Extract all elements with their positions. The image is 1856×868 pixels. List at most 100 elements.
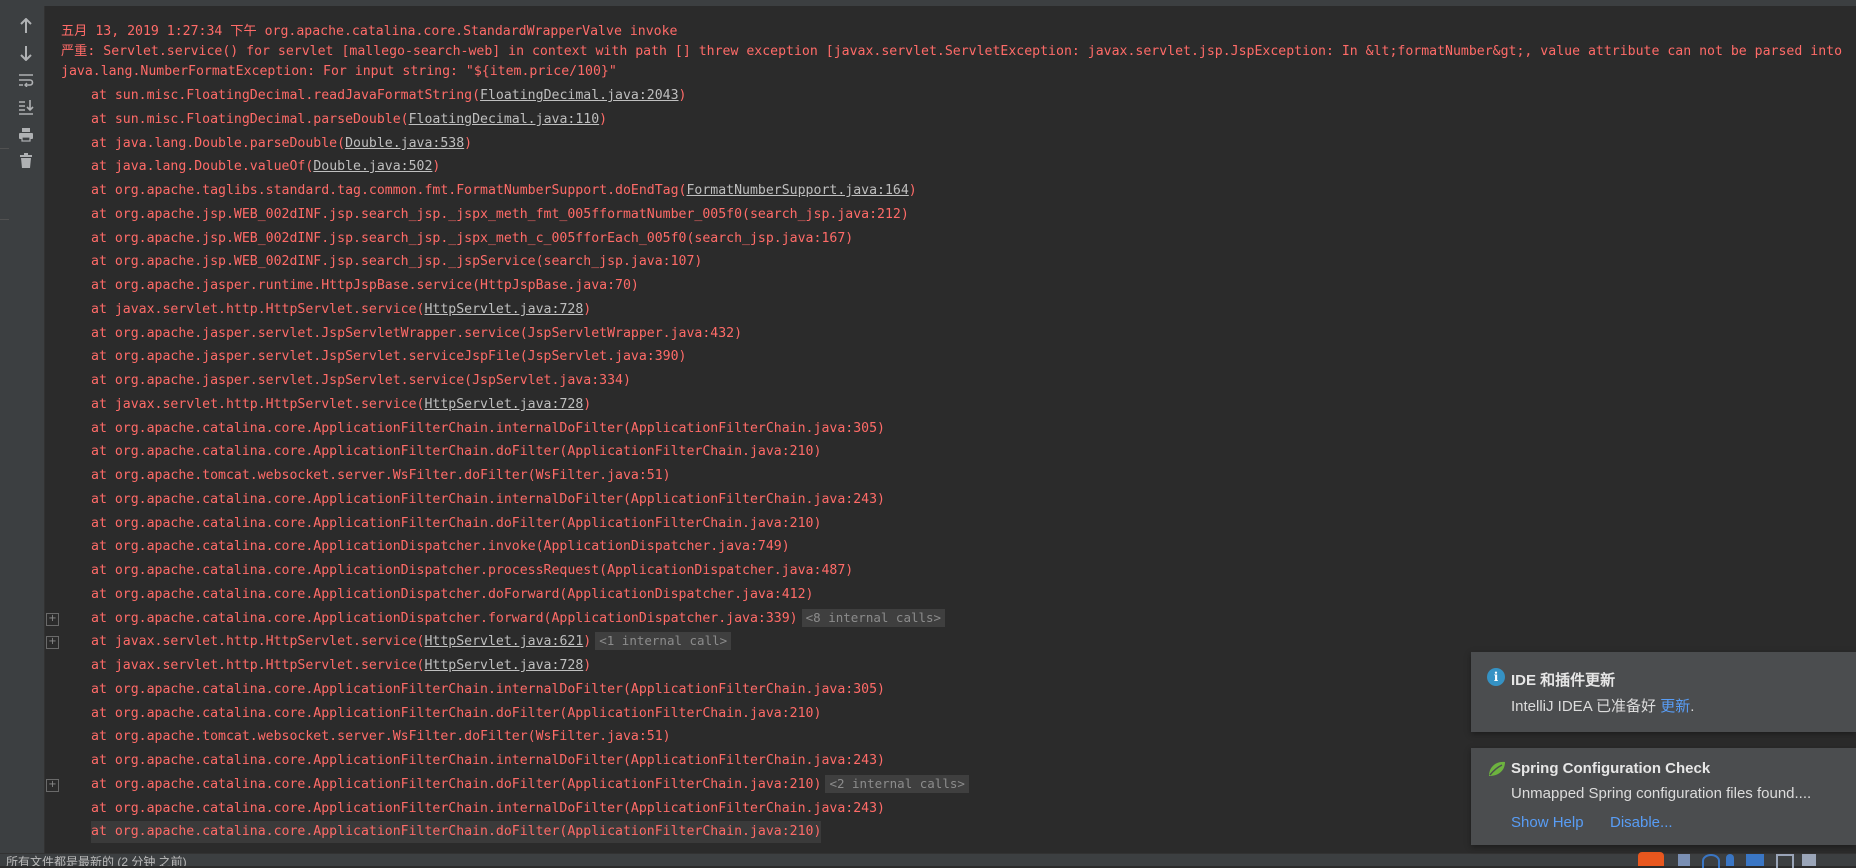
stack-frame-line: at sun.misc.FloatingDecimal.readJavaForm… — [91, 85, 687, 107]
print-icon — [19, 127, 33, 142]
stack-frame-text: at org.apache.catalina.core.ApplicationD… — [91, 611, 798, 626]
source-link[interactable]: Double.java:538 — [345, 136, 464, 151]
stack-frame-line: at org.apache.catalina.core.ApplicationF… — [91, 798, 885, 820]
microphone-icon[interactable] — [1726, 854, 1734, 866]
stack-frame-line: at javax.servlet.http.HttpServlet.servic… — [91, 299, 591, 321]
stack-frame-line: at org.apache.tomcat.websocket.server.Ws… — [91, 465, 671, 487]
scroll-to-end-icon — [19, 100, 34, 115]
disable-link[interactable]: Disable... — [1610, 814, 1673, 831]
stack-frame-line: at org.apache.jsp.WEB_002dINF.jsp.search… — [91, 204, 909, 226]
tray-icon[interactable] — [1678, 854, 1690, 866]
source-link[interactable]: HttpServlet.java:728 — [424, 397, 583, 412]
clear-all-button[interactable] — [15, 150, 37, 172]
stack-frame-suffix: ) — [432, 159, 441, 174]
expand-fold-icon[interactable]: + — [46, 636, 59, 649]
expand-fold-icon[interactable]: + — [46, 613, 59, 626]
stack-frame-text: at java.lang.Double.valueOf( — [91, 159, 314, 174]
left-tool-strip — [0, 6, 9, 865]
stack-frame-suffix: ) — [908, 183, 917, 198]
trash-icon — [20, 153, 32, 168]
notification-message: IntelliJ IDEA 已准备好 更新. — [1511, 695, 1694, 716]
system-tray — [1638, 851, 1856, 868]
stack-frame-line: at org.apache.catalina.core.ApplicationD… — [91, 560, 853, 582]
stack-frame-text: at org.apache.taglibs.standard.tag.commo… — [91, 183, 687, 198]
stack-frame-line: at sun.misc.FloatingDecimal.parseDouble(… — [91, 109, 607, 131]
notification-title: Spring Configuration Check — [1511, 760, 1711, 777]
source-link[interactable]: HttpServlet.java:621 — [424, 634, 583, 649]
stack-frame-line: at org.apache.jsp.WEB_002dINF.jsp.search… — [91, 228, 853, 250]
stack-frame-text: at sun.misc.FloatingDecimal.parseDouble( — [91, 112, 409, 127]
stack-frame-text: at org.apache.catalina.core.ApplicationF… — [91, 492, 885, 507]
source-link[interactable]: HttpServlet.java:728 — [424, 302, 583, 317]
stack-frame-line: at org.apache.catalina.core.ApplicationF… — [91, 679, 885, 701]
down-arrow-icon — [20, 46, 32, 61]
up-arrow-icon — [20, 18, 32, 33]
stack-frame-line: at org.apache.tomcat.websocket.server.Ws… — [91, 726, 671, 748]
fold-gutter — [45, 6, 61, 853]
stack-frame-text: at org.apache.catalina.core.ApplicationD… — [91, 563, 854, 578]
stack-frame-suffix: ) — [583, 634, 592, 649]
down-arrow-button[interactable] — [15, 42, 37, 64]
spring-config-notification[interactable]: Spring Configuration Check Unmapped Spri… — [1471, 748, 1856, 845]
stack-frame-line: at org.apache.catalina.core.ApplicationD… — [91, 536, 790, 558]
source-link[interactable]: Double.java:502 — [313, 159, 432, 174]
stack-frame-text: at org.apache.catalina.core.ApplicationF… — [91, 444, 822, 459]
stack-frame-text: at org.apache.catalina.core.ApplicationD… — [91, 539, 790, 554]
status-text: 所有文件都是最新的 (2 分钟 之前) — [6, 855, 187, 866]
stack-frame-line: at javax.servlet.http.HttpServlet.servic… — [91, 631, 732, 653]
stack-frame-line: at org.apache.jasper.servlet.JspServlet.… — [91, 370, 631, 392]
stack-frame-line: at java.lang.Double.parseDouble(Double.j… — [91, 133, 472, 155]
input-method-icon[interactable] — [1638, 852, 1664, 866]
stack-frame-text: at javax.servlet.http.HttpServlet.servic… — [91, 397, 425, 412]
soft-wrap-icon — [19, 74, 34, 87]
update-link[interactable]: 更新 — [1660, 698, 1690, 715]
stack-frame-line: at org.apache.jasper.servlet.JspServletW… — [91, 323, 742, 345]
stack-frame-text: at org.apache.catalina.core.ApplicationF… — [91, 801, 885, 816]
expand-fold-icon[interactable]: + — [46, 779, 59, 792]
stack-frame-text: at org.apache.catalina.core.ApplicationF… — [91, 682, 885, 697]
stack-frame-text: at org.apache.tomcat.websocket.server.Ws… — [91, 468, 671, 483]
stack-frame-text: at org.apache.jasper.runtime.HttpJspBase… — [91, 278, 639, 293]
stack-frame-line: at org.apache.catalina.core.ApplicationF… — [91, 489, 885, 511]
stack-frame-line: at org.apache.taglibs.standard.tag.commo… — [91, 180, 917, 202]
stack-frame-text: at org.apache.catalina.core.ApplicationF… — [91, 777, 822, 792]
soft-wrap-button[interactable] — [15, 69, 37, 91]
notification-trailing: . — [1690, 698, 1695, 715]
source-link[interactable]: HttpServlet.java:728 — [424, 658, 583, 673]
stack-frame-line: at org.apache.catalina.core.ApplicationD… — [91, 584, 814, 606]
tray-icon[interactable] — [1702, 854, 1720, 868]
stack-frame-line: at org.apache.catalina.core.ApplicationF… — [91, 703, 821, 725]
source-link[interactable]: FloatingDecimal.java:110 — [409, 112, 600, 127]
stack-frame-text: at org.apache.catalina.core.ApplicationF… — [91, 421, 885, 436]
stack-frame-line: at org.apache.catalina.core.ApplicationF… — [91, 774, 969, 796]
stack-frame-line: at java.lang.Double.valueOf(Double.java:… — [91, 156, 440, 178]
status-bar: 所有文件都是最新的 (2 分钟 之前) — [0, 853, 1856, 866]
stack-frame-line: at org.apache.catalina.core.ApplicationF… — [91, 441, 821, 463]
stack-frame-text: at org.apache.catalina.core.ApplicationF… — [91, 753, 885, 768]
source-link[interactable]: FormatNumberSupport.java:164 — [686, 183, 908, 198]
stack-frame-text: at org.apache.jsp.WEB_002dINF.jsp.search… — [91, 231, 854, 246]
scroll-to-end-button[interactable] — [15, 96, 37, 118]
stack-frame-text: at org.apache.jasper.servlet.JspServletW… — [91, 326, 743, 341]
up-arrow-button[interactable] — [15, 15, 37, 37]
internal-calls-fold[interactable]: <1 internal call> — [595, 632, 732, 650]
stack-frame-text: at org.apache.catalina.core.ApplicationD… — [91, 587, 814, 602]
stack-frame-text: at sun.misc.FloatingDecimal.readJavaForm… — [91, 88, 481, 103]
stack-frame-line: at org.apache.catalina.core.ApplicationF… — [91, 513, 821, 535]
keyboard-icon[interactable] — [1746, 854, 1764, 866]
show-help-link[interactable]: Show Help — [1511, 814, 1584, 831]
tray-icon[interactable] — [1776, 854, 1794, 868]
tray-icon[interactable] — [1802, 854, 1816, 866]
print-button[interactable] — [15, 123, 37, 145]
stack-frame-text: at javax.servlet.http.HttpServlet.servic… — [91, 302, 425, 317]
log-severe-line: 严重: Servlet.service() for servlet [malle… — [61, 44, 1843, 59]
stack-frame-text: at org.apache.jasper.servlet.JspServlet.… — [91, 373, 631, 388]
internal-calls-fold[interactable]: <2 internal calls> — [825, 775, 969, 793]
stack-frame-line: at org.apache.jsp.WEB_002dINF.jsp.search… — [91, 251, 702, 273]
internal-calls-fold[interactable]: <8 internal calls> — [801, 609, 946, 627]
stack-frame-text: at org.apache.jasper.servlet.JspServlet.… — [91, 349, 687, 364]
source-link[interactable]: FloatingDecimal.java:2043 — [480, 88, 679, 103]
stack-frame-suffix: ) — [464, 136, 473, 151]
stack-frame-text: at javax.servlet.http.HttpServlet.servic… — [91, 658, 425, 673]
ide-update-notification[interactable]: i IDE 和插件更新 IntelliJ IDEA 已准备好 更新. — [1471, 652, 1856, 732]
